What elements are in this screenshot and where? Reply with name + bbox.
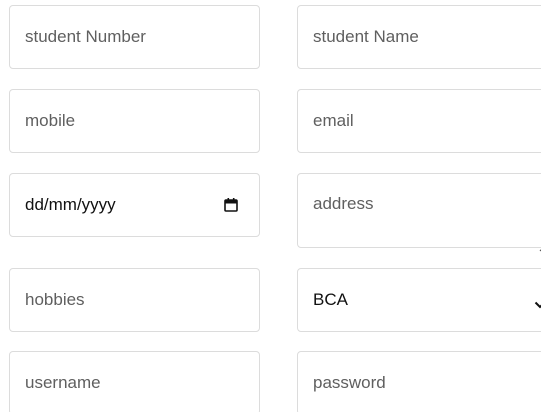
course-selected-value: BCA: [313, 290, 348, 309]
username-field[interactable]: username: [9, 351, 260, 412]
student-registration-form: student Number student Name mobile email…: [0, 0, 541, 412]
course-select[interactable]: BCA: [297, 268, 541, 332]
address-textarea[interactable]: address: [297, 173, 541, 252]
address-placeholder: address: [313, 194, 374, 213]
chevron-down-icon[interactable]: [534, 295, 541, 309]
student-name-field[interactable]: student Name: [297, 5, 541, 69]
student-name-placeholder: student Name: [313, 27, 419, 46]
password-field[interactable]: password: [297, 351, 541, 412]
date-field[interactable]: dd/mm/yyyy: [9, 173, 260, 237]
email-field[interactable]: email: [297, 89, 541, 153]
email-placeholder: email: [313, 111, 354, 130]
date-value: dd/mm/yyyy: [25, 195, 116, 214]
hobbies-placeholder: hobbies: [25, 290, 85, 309]
student-number-placeholder: student Number: [25, 27, 146, 46]
mobile-field[interactable]: mobile: [9, 89, 260, 153]
mobile-placeholder: mobile: [25, 111, 76, 130]
password-placeholder: password: [313, 373, 386, 392]
calendar-icon[interactable]: [223, 197, 239, 213]
username-placeholder: username: [25, 373, 101, 392]
student-number-field[interactable]: student Number: [9, 5, 260, 69]
hobbies-field[interactable]: hobbies: [9, 268, 260, 332]
